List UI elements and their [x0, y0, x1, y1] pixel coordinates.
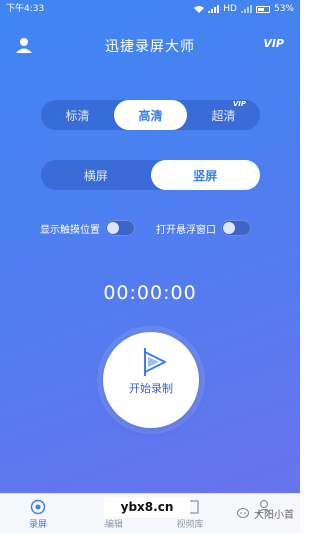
battery-level: 53%: [273, 4, 294, 14]
show-touch-label: 显示触摸位置: [40, 224, 100, 236]
channel-watermark-text: 大阳小首: [254, 509, 294, 521]
float-window-label: 打开悬浮窗口: [156, 224, 216, 236]
vip-badge: VIP: [232, 100, 246, 108]
recording-timer: 00:00:00: [103, 282, 197, 304]
start-record-button[interactable]: 开始录制: [103, 332, 199, 428]
float-window-toggle[interactable]: [221, 220, 251, 236]
tab-video-library-label: 视频库: [176, 520, 204, 530]
quality-selector: 标清 高清 超清 VIP: [41, 100, 260, 130]
signal-icon: [208, 5, 220, 13]
network-type: HD: [223, 4, 237, 14]
orientation-option-landscape[interactable]: 横屏: [41, 160, 151, 190]
orientation-option-portrait[interactable]: 竖屏: [150, 160, 260, 190]
app-header: 迅捷录屏大师 VIP: [0, 28, 300, 62]
float-window-setting: 打开悬浮窗口: [156, 218, 251, 238]
toggle-knob: [107, 222, 119, 234]
chat-icon: [237, 508, 249, 518]
vip-button[interactable]: VIP: [263, 37, 284, 50]
toggle-knob: [223, 222, 235, 234]
quality-option-uhd[interactable]: 超清 VIP: [187, 100, 260, 130]
tab-record[interactable]: 录屏: [8, 494, 68, 533]
quality-option-hd[interactable]: 高清: [114, 100, 187, 130]
recorder-screen: 下午4:33 HD 53% 迅捷录屏大师 VIP 标清 高清 超清 VIP 横屏…: [0, 0, 300, 533]
status-icons: HD 53%: [194, 0, 294, 18]
show-touch-setting: 显示触摸位置: [40, 218, 135, 238]
status-time: 下午4:33: [6, 4, 45, 14]
show-touch-toggle[interactable]: [105, 220, 135, 236]
signal-icon-2: [240, 5, 252, 13]
start-record-label: 开始录制: [129, 382, 173, 395]
settings-toggles: 显示触摸位置 打开悬浮窗口: [40, 218, 262, 238]
channel-watermark: 大阳小首: [237, 505, 294, 521]
wifi-icon: [194, 6, 205, 13]
quality-option-uhd-label: 超清: [211, 108, 236, 123]
tab-edit-label: 编辑: [104, 520, 123, 530]
battery-icon: [255, 5, 270, 13]
orientation-selector: 横屏 竖屏: [41, 160, 260, 190]
play-icon: [144, 348, 166, 376]
tab-record-label: 录屏: [28, 520, 47, 530]
record-icon: [30, 499, 46, 515]
quality-option-sd[interactable]: 标清: [41, 100, 114, 130]
site-watermark: ybx8.cn: [104, 497, 190, 517]
status-bar: 下午4:33 HD 53%: [0, 0, 300, 18]
app-title: 迅捷录屏大师: [105, 39, 195, 55]
